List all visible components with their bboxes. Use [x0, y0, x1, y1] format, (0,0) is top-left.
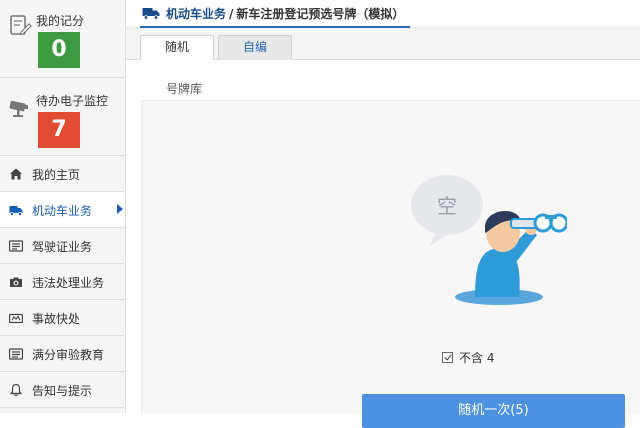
section-title: 号牌库	[166, 82, 203, 96]
sidebar-item-label: 违法处理业务	[32, 276, 105, 290]
plate-pool-panel: 空 不含 4 随机一次(5)	[141, 100, 640, 428]
breadcrumb-separator: /	[229, 7, 234, 21]
score-document-icon	[10, 15, 32, 36]
sidebar-item-education[interactable]: 满分审验教育	[0, 336, 125, 372]
tab-random[interactable]: 随机	[140, 35, 214, 61]
breadcrumb: 机动车业务 / 新车注册登记预选号牌（模拟）	[166, 5, 404, 22]
sidebar-item-home[interactable]: 我的主页	[0, 156, 125, 192]
education-icon	[9, 348, 23, 360]
monitoring-badge: 7	[38, 112, 80, 148]
score-label: 我的记分	[36, 14, 85, 28]
sidebar-item-label: 满分审验教育	[32, 348, 105, 362]
random-once-button[interactable]: 随机一次(5)	[362, 394, 625, 428]
sidebar-item-notice[interactable]: 告知与提示	[0, 372, 125, 408]
page-title: 新车注册登记预选号牌（模拟）	[236, 7, 405, 21]
sidebar: 我的记分 0 待办电子监控 7 我的主页 机动车业务 驾驶证业务 违法处理业务 …	[0, 0, 126, 413]
page-header: 机动车业务 / 新车注册登记预选号牌（模拟）	[126, 0, 640, 28]
empty-state-illustration: 空	[411, 175, 567, 305]
sidebar-item-vehicle[interactable]: 机动车业务	[0, 192, 125, 228]
score-badge: 0	[38, 32, 80, 68]
breadcrumb-section[interactable]: 机动车业务	[166, 7, 226, 21]
sidebar-item-label: 告知与提示	[32, 384, 93, 398]
surveillance-camera-icon	[9, 100, 28, 117]
exclude-four-label: 不含 4	[459, 351, 495, 365]
sidebar-item-label: 驾驶证业务	[32, 240, 93, 254]
license-card-icon	[9, 240, 23, 252]
bell-icon	[9, 383, 23, 396]
exclude-four-checkbox[interactable]	[442, 352, 453, 363]
monitoring-stat[interactable]: 待办电子监控 7	[0, 78, 125, 156]
caret-right-icon	[117, 204, 123, 214]
empty-text: 空	[437, 194, 457, 218]
truck-icon	[142, 8, 160, 20]
main-content: 号牌库 空 不含 4 随机一次(5)	[126, 60, 640, 428]
sidebar-item-label: 我的主页	[32, 168, 81, 182]
camera-icon	[10, 277, 22, 287]
tab-custom[interactable]: 自编	[218, 35, 292, 60]
sidebar-item-accident[interactable]: 事故快处	[0, 300, 125, 336]
home-icon	[10, 168, 22, 180]
monitoring-label: 待办电子监控	[36, 94, 109, 108]
tab-bar: 随机 自编	[126, 28, 640, 61]
truck-icon	[9, 206, 23, 216]
sidebar-item-label: 机动车业务	[32, 204, 93, 218]
accident-icon	[9, 313, 23, 324]
sidebar-item-violation[interactable]: 违法处理业务	[0, 264, 125, 300]
sidebar-item-label: 事故快处	[32, 312, 81, 326]
score-stat[interactable]: 我的记分 0	[0, 0, 125, 78]
sidebar-item-license[interactable]: 驾驶证业务	[0, 228, 125, 264]
exclude-four-option[interactable]: 不含 4	[442, 349, 494, 366]
